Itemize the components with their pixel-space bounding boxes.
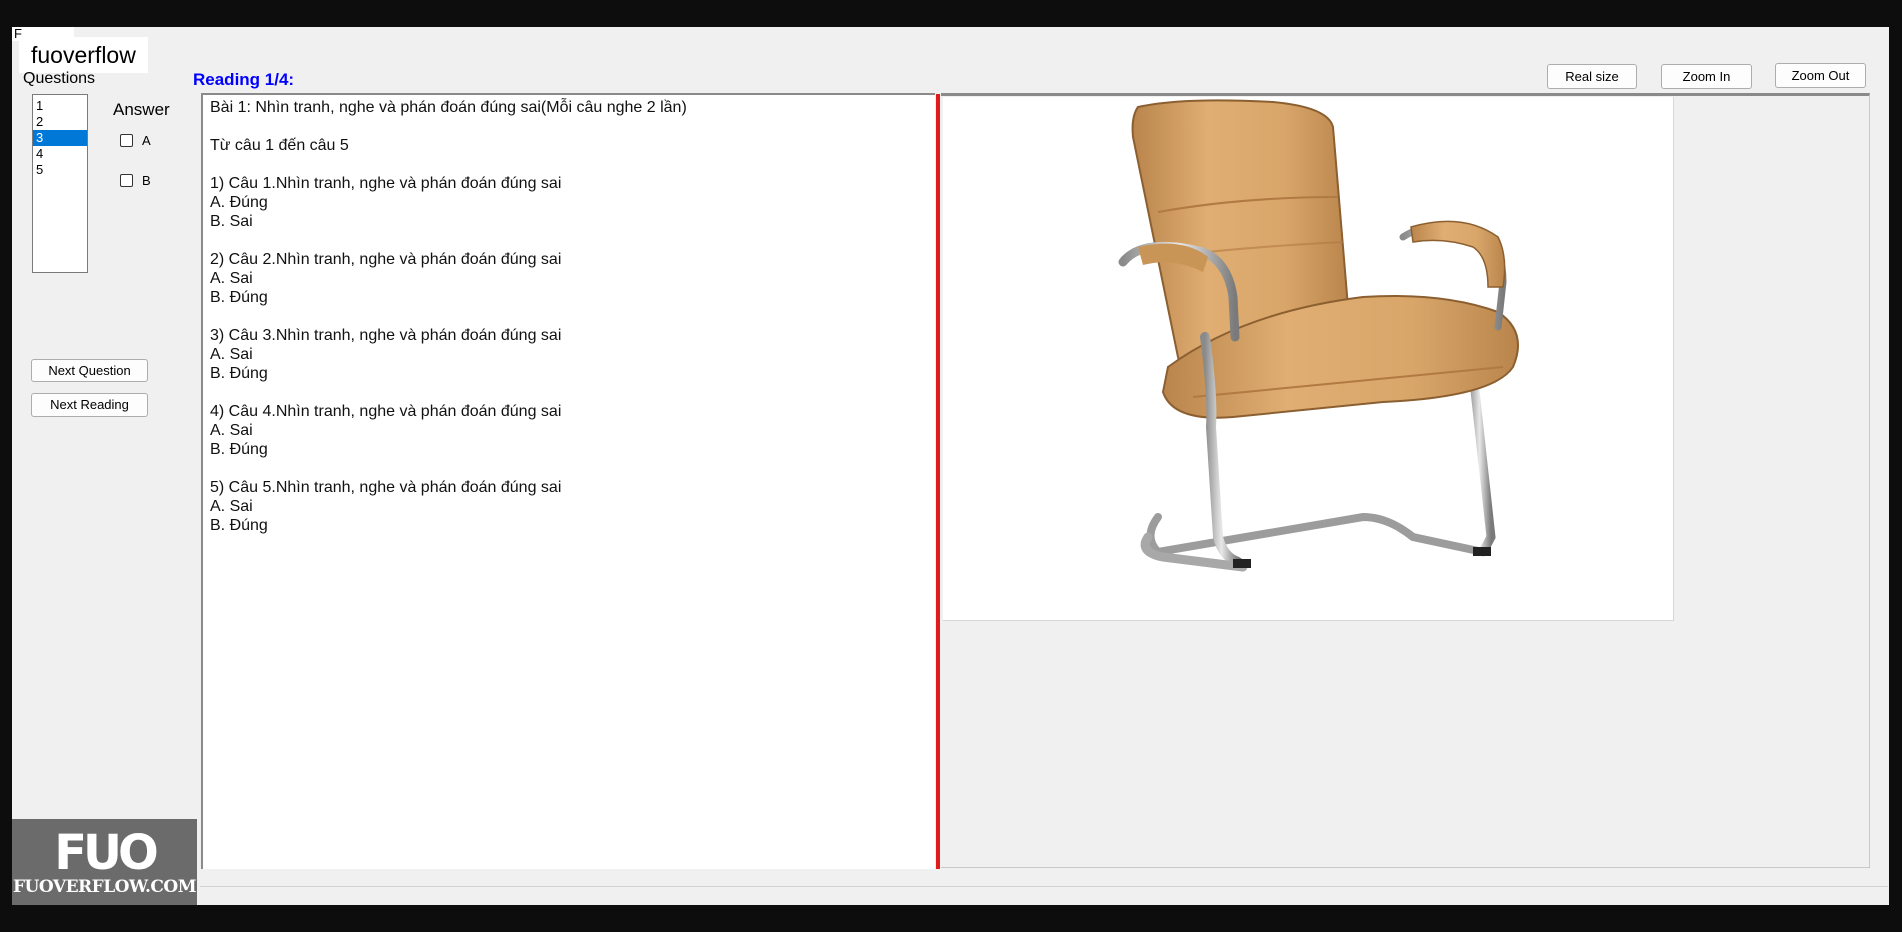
reading-line: [210, 231, 935, 250]
reading-line: 4) Câu 4.Nhìn tranh, nghe và phán đoán đ…: [210, 403, 562, 420]
reading-text-panel[interactable]: Bài 1: Nhìn tranh, nghe và phán đoán đún…: [201, 93, 935, 869]
zoom-out-button[interactable]: Zoom Out: [1775, 63, 1866, 88]
reading-line: B. Đúng: [210, 289, 268, 306]
reading-line: [210, 383, 935, 402]
reading-line: A. Sai: [210, 422, 253, 439]
checkbox-a[interactable]: [120, 134, 133, 147]
answer-option-a-label: A: [142, 133, 151, 148]
reading-line: B. Đúng: [210, 441, 268, 458]
reading-line: B. Sai: [210, 213, 253, 230]
brand-label: fuoverflow: [19, 37, 148, 73]
reading-line: A. Sai: [210, 498, 253, 515]
reading-title: Reading 1/4:: [193, 70, 295, 89]
question-item-3[interactable]: 3: [33, 130, 87, 146]
reading-line: B. Đúng: [210, 517, 268, 534]
answer-label: Answer: [113, 100, 170, 119]
reading-line: [210, 155, 935, 174]
next-question-button[interactable]: Next Question: [31, 359, 148, 382]
reading-line: [210, 307, 935, 326]
reading-line: Từ câu 1 đến câu 5: [210, 137, 349, 154]
real-size-button[interactable]: Real size: [1547, 64, 1637, 89]
bottom-border: [200, 886, 1888, 887]
reading-line: 1) Câu 1.Nhìn tranh, nghe và phán đoán đ…: [210, 175, 562, 192]
reading-line: 2) Câu 2.Nhìn tranh, nghe và phán đoán đ…: [210, 251, 562, 268]
checkbox-b[interactable]: [120, 174, 133, 187]
question-item-2[interactable]: 2: [33, 114, 87, 130]
question-picture: [943, 97, 1674, 621]
reading-line: A. Đúng: [210, 194, 268, 211]
exam-window: F fuoverflow Questions 1 2 3 4 5 Answer …: [12, 27, 1889, 905]
question-item-4[interactable]: 4: [33, 146, 87, 162]
next-reading-button[interactable]: Next Reading: [31, 393, 148, 417]
reading-line: A. Sai: [210, 346, 253, 363]
image-viewer[interactable]: [941, 93, 1870, 868]
fuoverflow-logo: FUO FUOVERFLOW.COM: [12, 819, 197, 905]
reading-line: A. Sai: [210, 270, 253, 287]
question-item-5[interactable]: 5: [33, 162, 87, 178]
question-item-1[interactable]: 1: [33, 98, 87, 114]
zoom-in-button[interactable]: Zoom In: [1661, 64, 1752, 89]
panel-divider: [936, 94, 940, 869]
question-list[interactable]: 1 2 3 4 5: [32, 94, 88, 273]
logo-mark: FUO: [54, 825, 159, 881]
reading-line: B. Đúng: [210, 365, 268, 382]
answer-option-b[interactable]: B: [120, 173, 151, 188]
office-chair-image: [1118, 99, 1519, 572]
logo-text: FUOVERFLOW.COM: [12, 877, 197, 897]
answer-option-a[interactable]: A: [120, 133, 151, 148]
reading-line: [210, 459, 935, 478]
reading-line: 5) Câu 5.Nhìn tranh, nghe và phán đoán đ…: [210, 479, 562, 496]
reading-line: [210, 117, 935, 136]
answer-option-b-label: B: [142, 173, 151, 188]
reading-line: 3) Câu 3.Nhìn tranh, nghe và phán đoán đ…: [210, 327, 562, 344]
questions-label: Questions: [23, 70, 96, 87]
reading-line: Bài 1: Nhìn tranh, nghe và phán đoán đún…: [210, 99, 687, 116]
